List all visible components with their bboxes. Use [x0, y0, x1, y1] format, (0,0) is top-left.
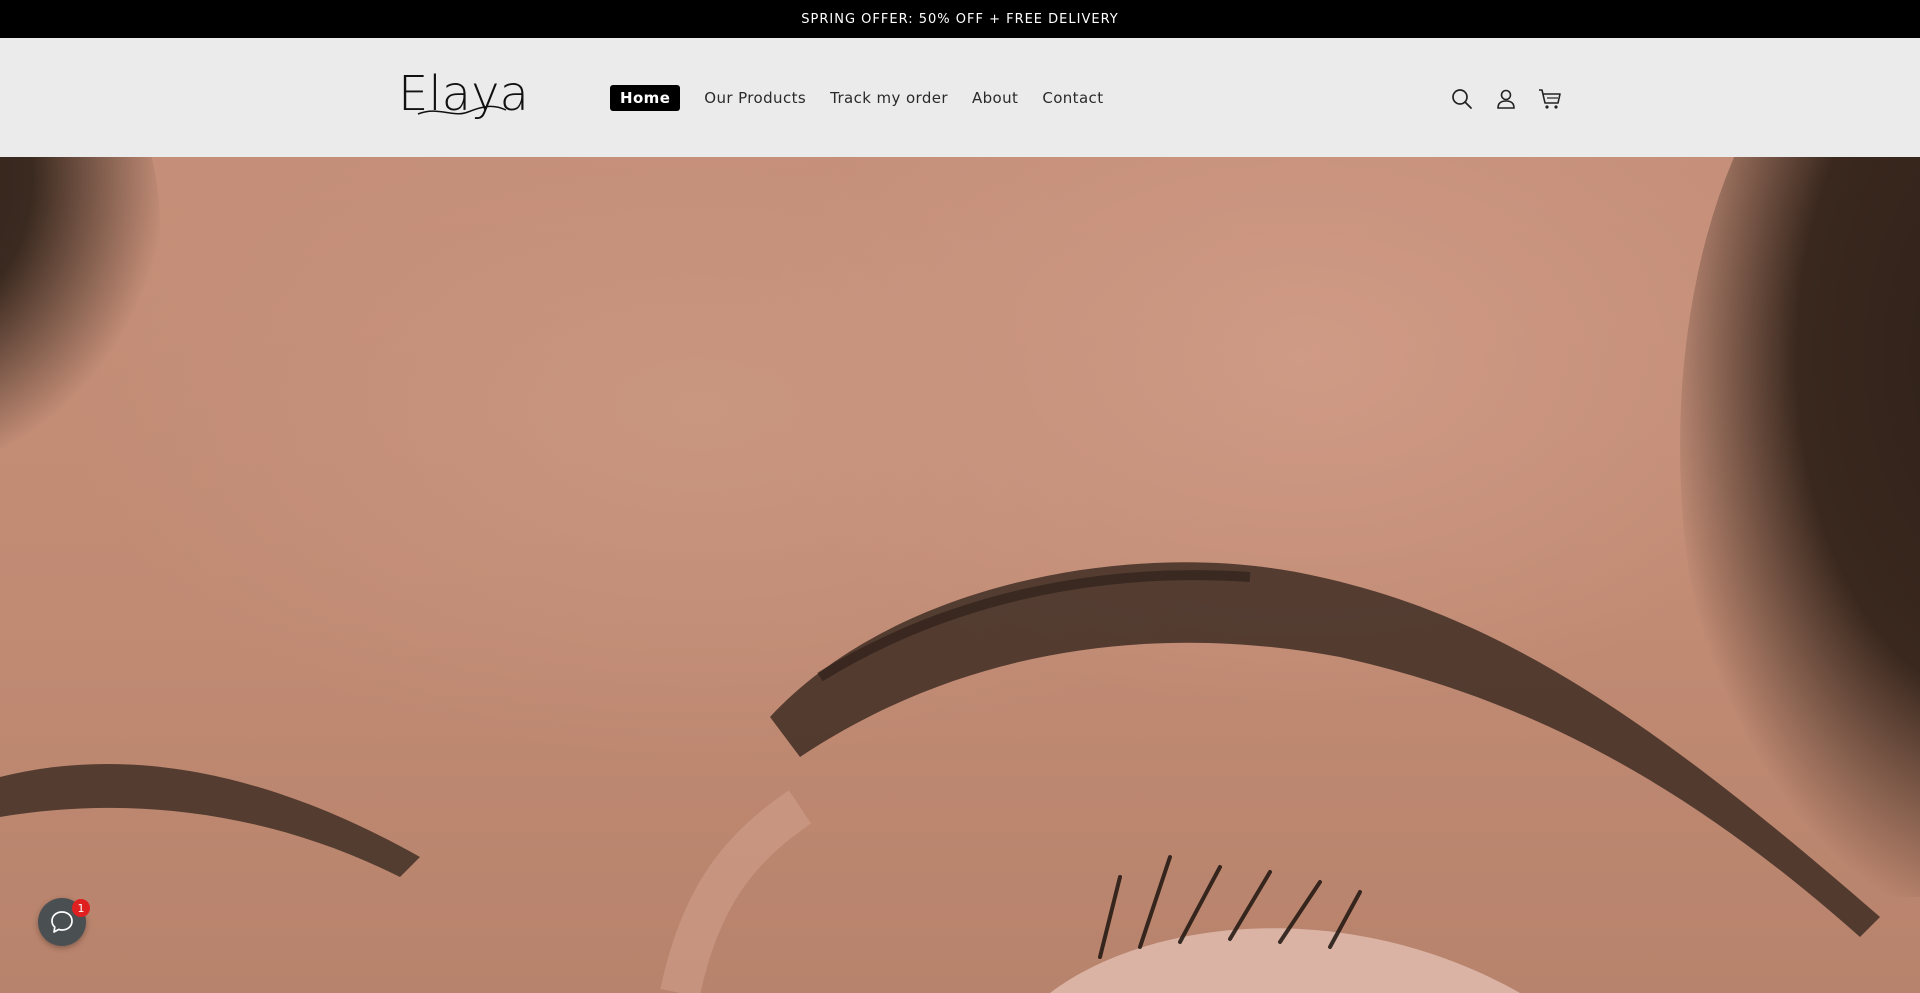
- nav-about[interactable]: About: [972, 89, 1018, 107]
- nav-contact[interactable]: Contact: [1042, 89, 1103, 107]
- main-nav: Home Our Products Track my order About C…: [610, 85, 1128, 111]
- nav-home[interactable]: Home: [610, 85, 681, 111]
- announcement-text: SPRING OFFER: 50% OFF + FREE DELIVERY: [801, 11, 1119, 27]
- eyebrow-illustration: [0, 562, 1880, 993]
- search-icon[interactable]: [1448, 85, 1476, 113]
- chat-notification-badge: 1: [72, 899, 90, 917]
- announcement-bar: SPRING OFFER: 50% OFF + FREE DELIVERY: [0, 0, 1920, 38]
- nav-our-products[interactable]: Our Products: [704, 89, 806, 107]
- logo-swoosh-icon: [417, 105, 507, 115]
- cart-icon[interactable]: [1536, 85, 1564, 113]
- chat-bubble-icon: [51, 911, 73, 933]
- hero-image: [0, 157, 1920, 993]
- header-icons: [1448, 85, 1564, 113]
- logo[interactable]: Elaya: [398, 68, 529, 124]
- account-icon[interactable]: [1492, 85, 1520, 113]
- site-header: Elaya Home Our Products Track my order A…: [0, 38, 1920, 157]
- nav-track-order[interactable]: Track my order: [830, 89, 948, 107]
